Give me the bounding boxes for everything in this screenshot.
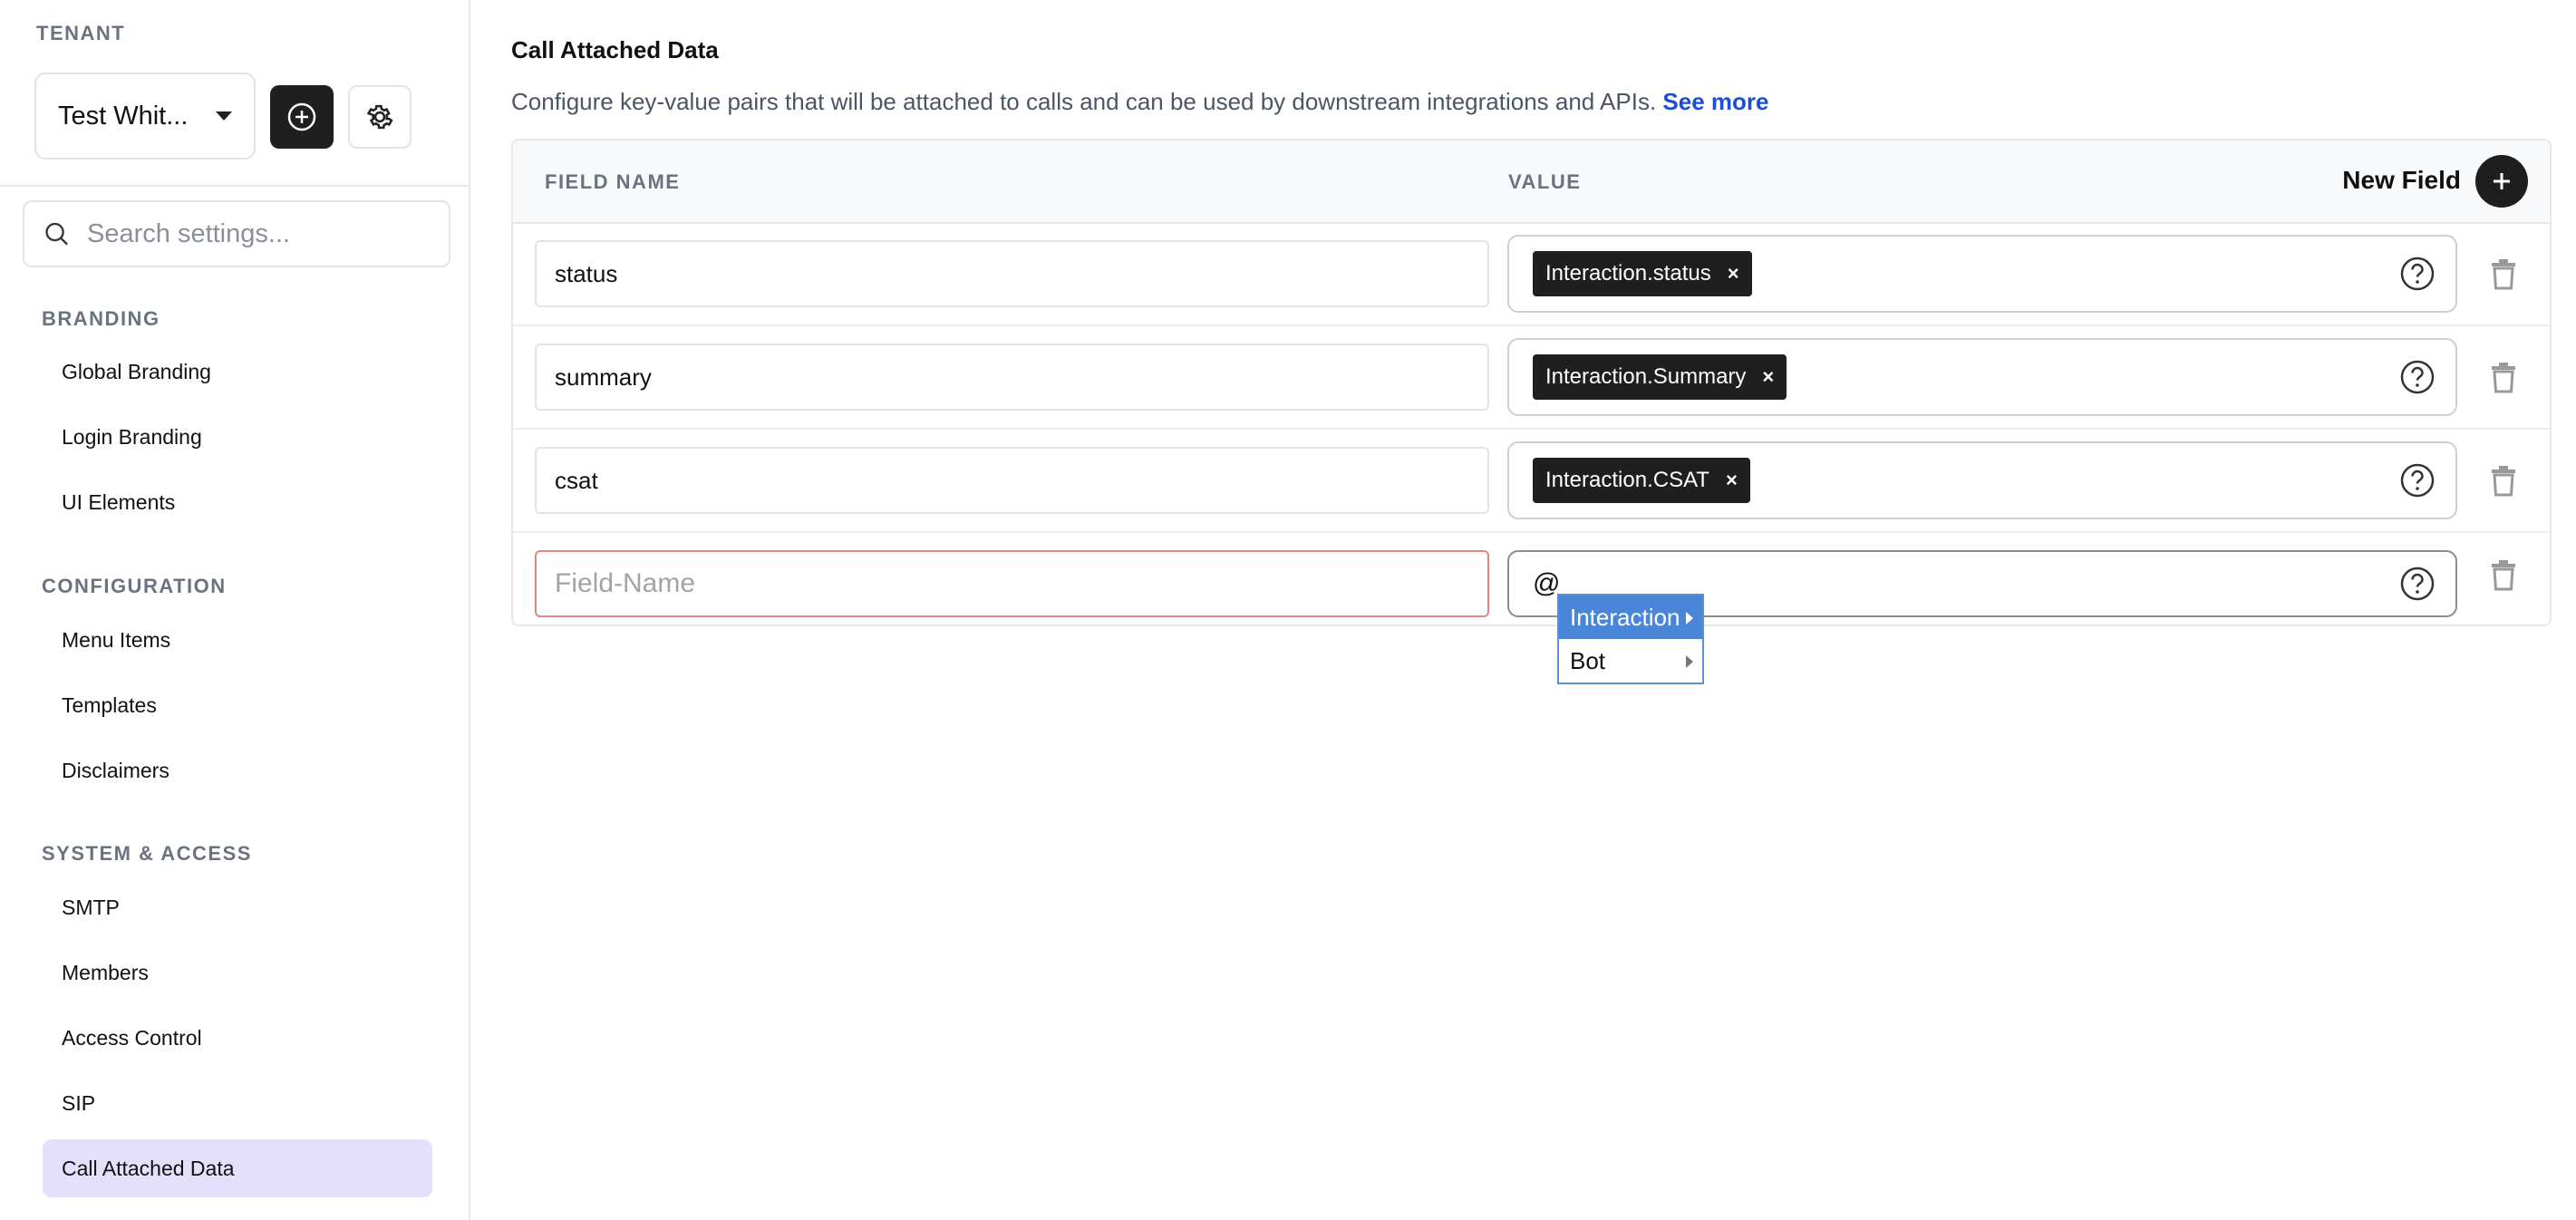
autocomplete-item-label: Bot — [1570, 646, 1606, 674]
trash-icon[interactable] — [2489, 361, 2518, 393]
page-description: Configure key-value pairs that will be a… — [511, 88, 1768, 116]
sidebar-item-menu-items[interactable]: Menu Items — [43, 611, 432, 669]
sidebar-item-templates[interactable]: Templates — [43, 676, 432, 734]
chevron-right-icon — [1686, 612, 1693, 625]
table-row: status Interaction.status × — [513, 222, 2550, 326]
sidebar-item-smtp[interactable]: SMTP — [43, 878, 432, 936]
section-label-configuration: CONFIGURATION — [42, 575, 227, 597]
plus-icon — [2494, 173, 2510, 189]
add-tenant-button[interactable] — [270, 85, 334, 149]
section-label-system-access: SYSTEM & ACCESS — [42, 842, 252, 865]
field-name-input[interactable]: status — [535, 240, 1489, 307]
value-input[interactable]: Interaction.CSAT × — [1507, 441, 2457, 519]
value-typed-text: @ — [1533, 568, 1561, 598]
new-field-name-input[interactable]: Field-Name — [535, 550, 1489, 617]
value-input[interactable]: Interaction.Summary × — [1507, 338, 2457, 416]
new-field-label: New Field — [2342, 166, 2461, 194]
new-field-button[interactable] — [2475, 155, 2528, 208]
value-chip: Interaction.Summary × — [1533, 354, 1787, 400]
table-header: FIELD NAME VALUE New Field — [513, 140, 2550, 224]
sidebar-item-call-attached-data[interactable]: Call Attached Data — [43, 1139, 432, 1197]
sidebar-item-sip[interactable]: SIP — [43, 1074, 432, 1132]
table-row: csat Interaction.CSAT × — [513, 429, 2550, 533]
sidebar-item-disclaimers[interactable]: Disclaimers — [43, 741, 432, 799]
gear-icon — [366, 104, 393, 130]
see-more-link[interactable]: See more — [1662, 88, 1768, 115]
page-title: Call Attached Data — [511, 36, 719, 63]
search-settings-box[interactable] — [23, 200, 450, 267]
remove-chip-icon[interactable]: × — [1726, 469, 1738, 492]
value-chip-label: Interaction.status — [1545, 261, 1711, 286]
question-circle-icon[interactable] — [2399, 359, 2436, 395]
sidebar-item-ui-elements[interactable]: UI Elements — [43, 473, 432, 531]
table-row: summary Interaction.Summary × — [513, 325, 2550, 430]
sidebar-item-access-control[interactable]: Access Control — [43, 1009, 432, 1067]
plus-circle-icon — [287, 102, 316, 131]
field-name-placeholder: Field-Name — [555, 568, 696, 598]
value-chip: Interaction.status × — [1533, 251, 1752, 296]
section-label-branding: BRANDING — [42, 307, 160, 330]
sidebar-item-login-branding[interactable]: Login Branding — [43, 408, 432, 466]
column-header-value: VALUE — [1508, 170, 1582, 193]
attached-data-table: FIELD NAME VALUE New Field status Intera… — [511, 139, 2552, 626]
tenant-select[interactable]: Test Whit... — [34, 73, 256, 160]
column-header-field-name: FIELD NAME — [545, 170, 681, 193]
description-text: Configure key-value pairs that will be a… — [511, 88, 1657, 115]
tenant-settings-button[interactable] — [348, 85, 412, 149]
remove-chip-icon[interactable]: × — [1728, 262, 1739, 286]
tenant-select-value: Test Whit... — [58, 101, 189, 131]
sidebar: TENANT Test Whit... BRANDING Global Bran… — [0, 0, 470, 1220]
sidebar-divider — [0, 185, 470, 187]
question-circle-icon[interactable] — [2399, 566, 2436, 602]
field-name-input[interactable]: csat — [535, 447, 1489, 514]
field-name-input[interactable]: summary — [535, 344, 1489, 411]
tenant-label: TENANT — [36, 22, 126, 44]
table-row-new: Field-Name @ — [513, 532, 2550, 634]
sidebar-item-members[interactable]: Members — [43, 944, 432, 1002]
value-chip-label: Interaction.Summary — [1545, 364, 1747, 389]
value-input[interactable]: Interaction.status × — [1507, 235, 2457, 313]
trash-icon[interactable] — [2489, 464, 2518, 497]
value-chip-label: Interaction.CSAT — [1545, 468, 1709, 492]
chevron-right-icon — [1686, 655, 1693, 668]
question-circle-icon[interactable] — [2399, 256, 2436, 292]
autocomplete-item-label: Interaction — [1570, 603, 1680, 631]
autocomplete-item-interaction[interactable]: Interaction — [1559, 595, 1702, 639]
sidebar-item-global-branding[interactable]: Global Branding — [43, 343, 432, 401]
chevron-down-icon — [216, 111, 232, 121]
autocomplete-item-bot[interactable]: Bot — [1559, 639, 1702, 683]
remove-chip-icon[interactable]: × — [1762, 365, 1774, 389]
search-settings-input[interactable] — [85, 218, 431, 250]
search-icon — [45, 222, 68, 246]
autocomplete-dropdown: Interaction Bot — [1557, 594, 1704, 684]
trash-icon[interactable] — [2489, 257, 2518, 290]
trash-icon[interactable] — [2489, 558, 2518, 591]
value-chip: Interaction.CSAT × — [1533, 458, 1750, 503]
question-circle-icon[interactable] — [2399, 462, 2436, 499]
